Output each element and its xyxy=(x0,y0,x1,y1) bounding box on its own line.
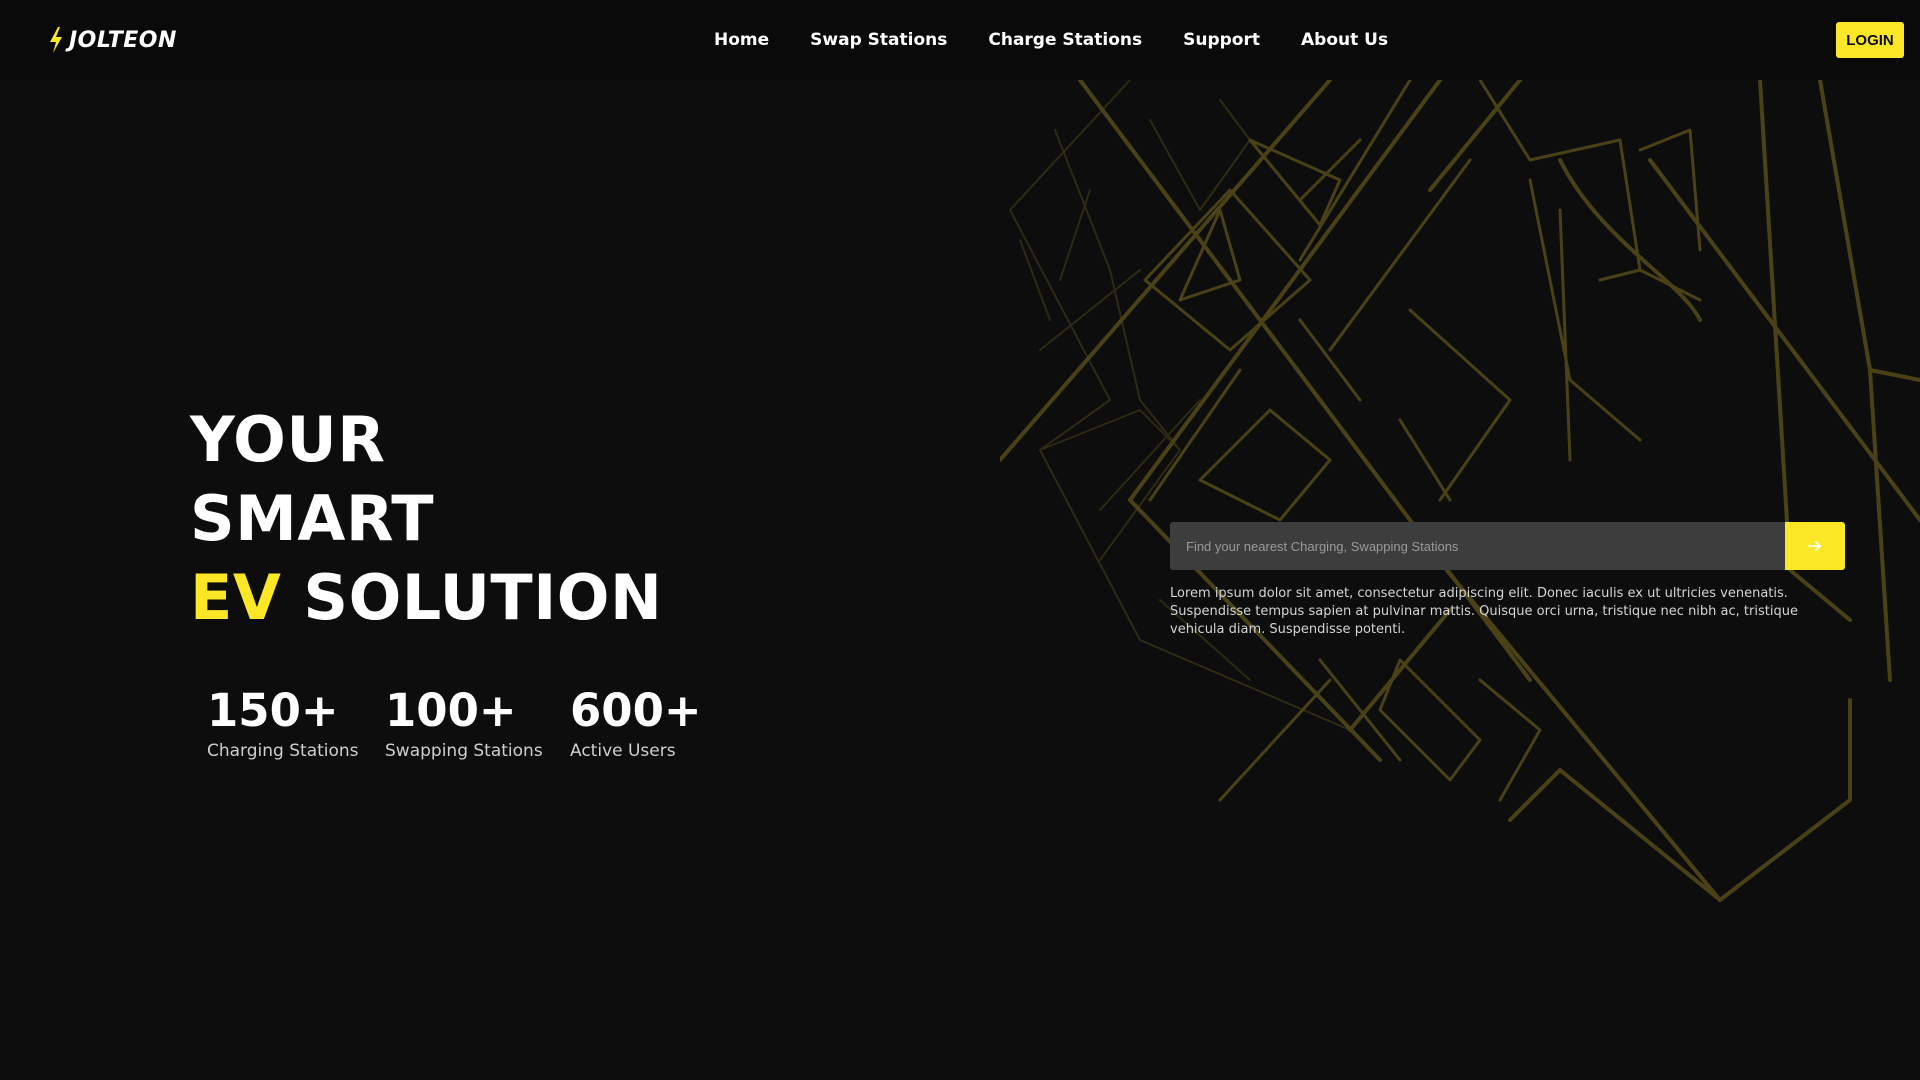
stat-label: Swapping Stations xyxy=(385,741,543,761)
stat-label: Charging Stations xyxy=(207,741,359,761)
hero-highlight-ev: EV xyxy=(190,561,282,634)
stat-value: 600+ xyxy=(570,684,702,737)
stat-label: Active Users xyxy=(570,741,676,761)
hero-title: YOUR SMART EV SOLUTION xyxy=(190,400,662,637)
hero-line-3: EV SOLUTION xyxy=(190,558,662,637)
stat-swapping-stations: 100+ Swapping Stations xyxy=(385,683,570,763)
search-submit-button[interactable] xyxy=(1785,522,1845,570)
map-background xyxy=(1000,80,1920,902)
lightning-bolt-icon xyxy=(50,27,62,53)
nav-home[interactable]: Home xyxy=(714,30,769,50)
page: JOLTEON Home Swap Stations Charge Statio… xyxy=(0,0,1920,1080)
nav-charge-stations[interactable]: Charge Stations xyxy=(988,30,1142,50)
logo[interactable]: JOLTEON xyxy=(47,24,177,56)
main-nav: Home Swap Stations Charge Stations Suppo… xyxy=(714,28,1388,52)
logo-text: JOLTEON xyxy=(69,27,177,53)
hero-line-2: SMART xyxy=(190,482,435,555)
nav-support[interactable]: Support xyxy=(1183,30,1260,50)
search-input[interactable] xyxy=(1170,522,1785,570)
site-header: JOLTEON Home Swap Stations Charge Statio… xyxy=(0,0,1920,80)
stat-value: 150+ xyxy=(207,684,339,737)
hero-line-1: YOUR xyxy=(190,403,386,476)
search-description: Lorem ipsum dolor sit amet, consectetur … xyxy=(1170,586,1798,637)
stats-row: 150+ Charging Stations 100+ Swapping Sta… xyxy=(207,683,720,763)
stat-active-users: 600+ Active Users xyxy=(570,683,720,763)
station-search xyxy=(1170,522,1845,570)
nav-swap-stations[interactable]: Swap Stations xyxy=(810,30,947,50)
hero-line-3-rest: SOLUTION xyxy=(281,561,663,634)
arrow-right-icon xyxy=(1808,541,1821,551)
stat-charging-stations: 150+ Charging Stations xyxy=(207,683,385,763)
login-button[interactable]: LOGIN xyxy=(1836,22,1904,58)
stat-value: 100+ xyxy=(385,684,517,737)
nav-about-us[interactable]: About Us xyxy=(1301,30,1388,50)
